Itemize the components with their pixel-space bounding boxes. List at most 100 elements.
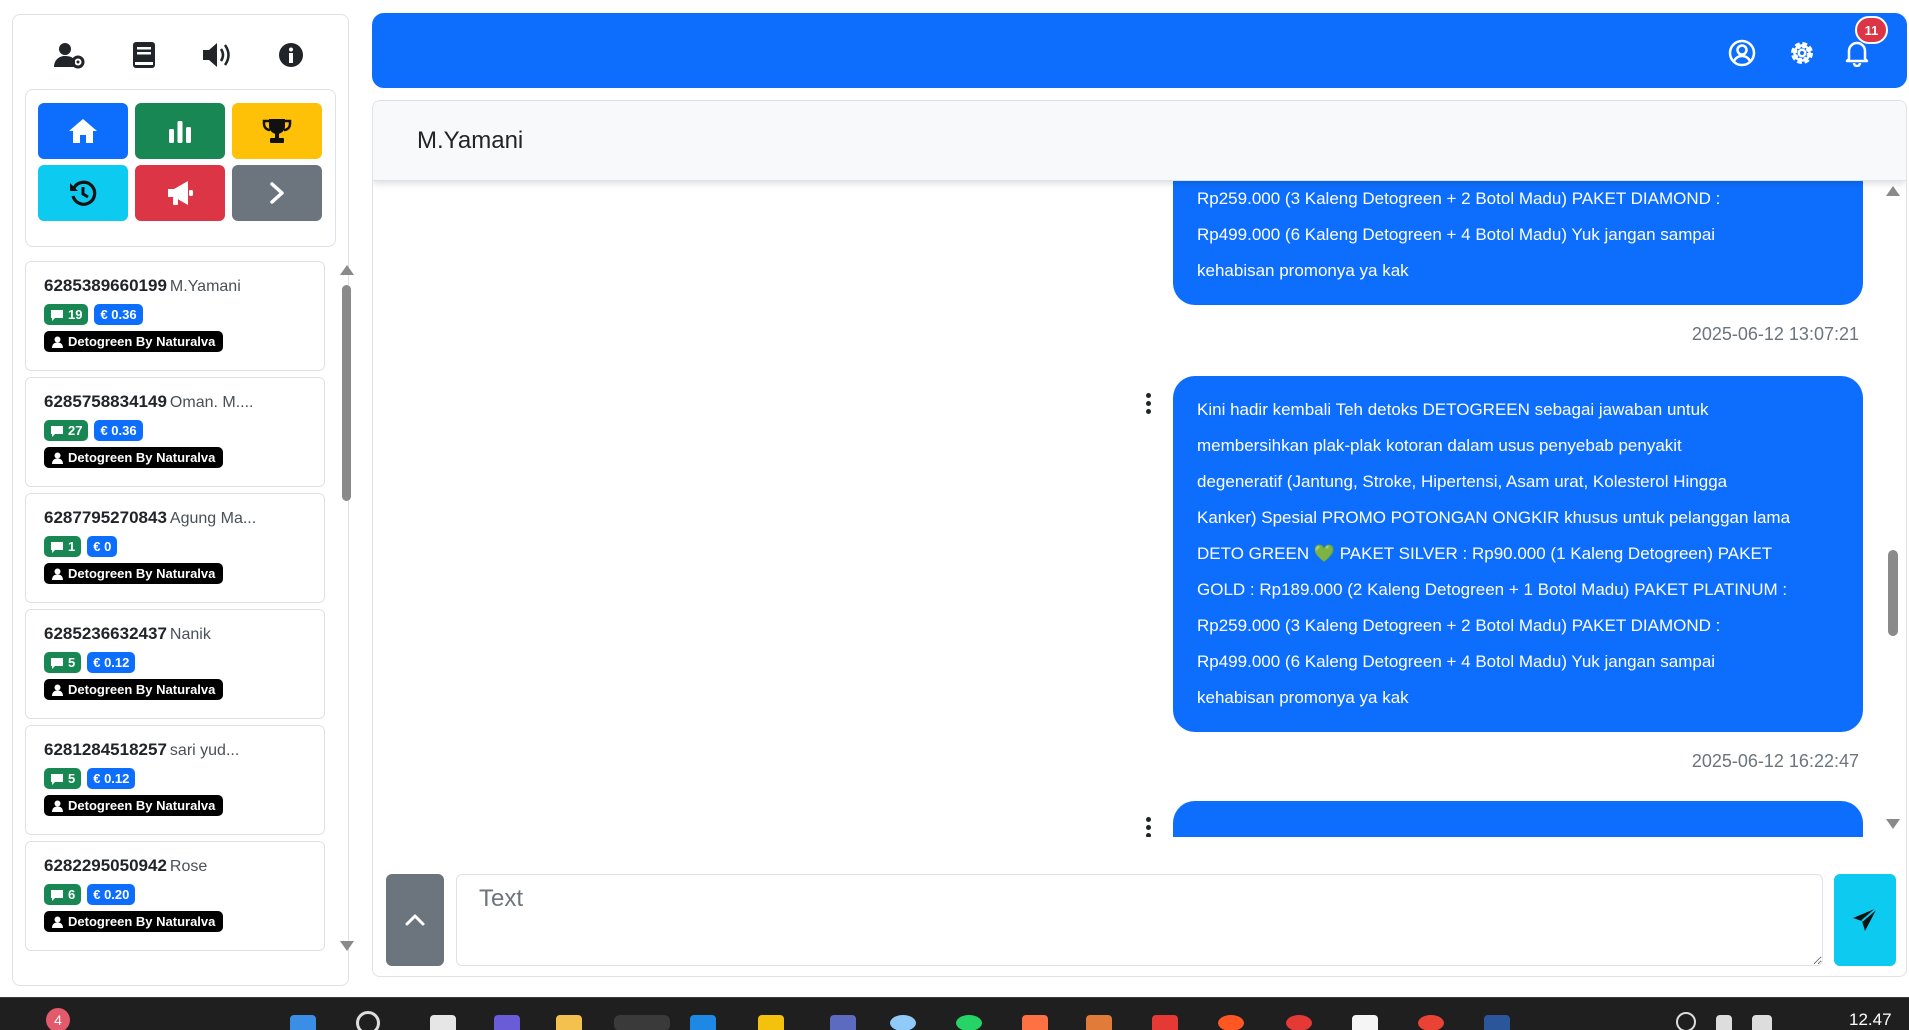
scroll-up-arrow[interactable]	[340, 265, 354, 275]
whatsapp-icon[interactable]	[956, 1015, 982, 1030]
book-icon[interactable]	[124, 35, 164, 75]
contact-list-scrollbar[interactable]	[339, 263, 354, 953]
app-icon[interactable]	[1352, 1015, 1378, 1030]
user-gear-icon[interactable]	[50, 35, 90, 75]
app-icon[interactable]	[1022, 1015, 1048, 1030]
message-count-badge: 5	[44, 652, 82, 673]
contact-item[interactable]: 6281284518257 sari yud... 5 € 0.12 Detogr…	[25, 725, 325, 835]
contact-list[interactable]: 6285389660199 M.Yamani 19 € 0.36 Detogree…	[25, 261, 325, 955]
contact-name: Agung Ma...	[169, 510, 257, 527]
message-line: degeneratif (Jantung, Stroke, Hipertensi…	[1197, 472, 1728, 491]
expand-options-button[interactable]	[386, 874, 444, 966]
cost-badge: € 0.12	[87, 652, 136, 673]
contact-name: M.Yamani	[169, 278, 241, 295]
info-icon[interactable]	[271, 35, 311, 75]
message-line: kehabisan promonya ya kak	[1197, 688, 1409, 707]
cost-badge: € 0.20	[87, 884, 136, 905]
history-button[interactable]	[38, 165, 128, 221]
device-label-badge: Detogreen By Naturalva	[44, 331, 224, 352]
send-button[interactable]	[1834, 874, 1896, 966]
gear-icon[interactable]	[1788, 39, 1816, 67]
chrome-icon[interactable]	[1418, 1015, 1444, 1030]
comment-icon	[51, 425, 63, 437]
contact-item[interactable]: 6287795270843 Agung Ma... 1 € 0 Detogreen…	[25, 493, 325, 603]
message-list-scrollbar[interactable]	[1884, 181, 1902, 837]
scroll-down-arrow[interactable]	[1886, 819, 1900, 829]
message-bubble[interactable]: Kini hadir kembali Teh detoks DETOGREEN …	[1173, 376, 1863, 732]
message-timestamp: 2025-06-12 13:07:21	[1691, 324, 1859, 344]
message-line: DETO GREEN 💚 PAKET SILVER : Rp90.000 (1 …	[1197, 544, 1773, 563]
message-count: 6	[68, 887, 76, 902]
volume-tray-icon[interactable]	[1716, 1015, 1732, 1030]
scroll-down-arrow[interactable]	[340, 941, 354, 951]
chevron-right-icon	[270, 182, 284, 204]
volume-icon[interactable]	[197, 35, 237, 75]
app-icon[interactable]	[830, 1015, 856, 1030]
taskbar-clock[interactable]: 12.47	[1849, 1010, 1892, 1030]
device-label-badge: Detogreen By Naturalva	[44, 679, 224, 700]
message-input[interactable]	[456, 874, 1823, 966]
contact-item[interactable]: 6285236632437 Nanik 5 € 0.12 Detogreen By…	[25, 609, 325, 719]
scroll-up-arrow[interactable]	[1886, 186, 1900, 196]
contact-name: Rose	[169, 858, 208, 875]
contact-item[interactable]: 6285758834149 Oman. M.... 27 € 0.36 Detog…	[25, 377, 325, 487]
message-line: Kini hadir kembali Teh detoks DETOGREEN …	[1197, 400, 1709, 419]
taskview-icon[interactable]	[430, 1015, 456, 1030]
device-label: Detogreen By Naturalva	[68, 682, 216, 697]
app-icon[interactable]	[1286, 1015, 1312, 1030]
word-icon[interactable]	[1484, 1015, 1510, 1030]
file-explorer-icon[interactable]	[556, 1015, 582, 1030]
nav-button-grid	[25, 89, 336, 247]
search-icon[interactable]	[356, 1011, 380, 1030]
stats-button[interactable]	[135, 103, 225, 159]
cost-badge: € 0.12	[87, 768, 136, 789]
message-list[interactable]: Rp259.000 (3 Kaleng Detogreen + 2 Botol …	[373, 181, 1906, 837]
broadcast-button[interactable]	[135, 165, 225, 221]
contact-phone: 6282295050942	[44, 856, 167, 875]
user-icon	[52, 684, 63, 696]
user-icon	[52, 336, 63, 348]
trophy-icon	[262, 119, 292, 143]
user-circle-icon[interactable]	[1728, 39, 1756, 67]
contact-item[interactable]: 6282295050942 Rose 6 € 0.20 Detogreen By …	[25, 841, 325, 951]
device-label: Detogreen By Naturalva	[68, 450, 216, 465]
chrome-profile-icon[interactable]	[614, 1015, 670, 1030]
comment-icon	[51, 541, 63, 553]
app-icon[interactable]	[1152, 1015, 1178, 1030]
scroll-thumb[interactable]	[1888, 550, 1898, 636]
battery-icon[interactable]	[1752, 1015, 1772, 1030]
notification-badge: 11	[1855, 16, 1888, 44]
app-icon[interactable]	[890, 1015, 916, 1030]
message-line: GOLD : Rp189.000 (2 Kaleng Detogreen + 1…	[1197, 580, 1788, 599]
chat-panel: M.Yamani Rp259.000 (3 Kaleng Detogreen +…	[372, 100, 1907, 977]
top-navbar	[372, 13, 1907, 88]
user-icon	[52, 800, 63, 812]
user-icon	[52, 916, 63, 928]
message-count: 5	[68, 771, 76, 786]
message-line: Rp259.000 (3 Kaleng Detogreen + 2 Botol …	[1197, 616, 1721, 635]
message-count-badge: 6	[44, 884, 82, 905]
start-icon[interactable]	[290, 1015, 316, 1030]
app-icon[interactable]	[1086, 1015, 1112, 1030]
copilot-icon[interactable]	[494, 1015, 520, 1030]
network-icon[interactable]	[1676, 1012, 1696, 1030]
home-button[interactable]	[38, 103, 128, 159]
chart-bar-icon	[169, 121, 191, 143]
next-button[interactable]	[232, 165, 322, 221]
vscode-icon[interactable]	[690, 1015, 716, 1030]
taskbar-notification-badge: 4	[46, 1008, 70, 1030]
message-bubble[interactable]: Rp259.000 (3 Kaleng Detogreen + 2 Botol …	[1173, 181, 1863, 305]
app-icon[interactable]	[1218, 1015, 1244, 1030]
scroll-thumb[interactable]	[342, 285, 351, 501]
device-label: Detogreen By Naturalva	[68, 566, 216, 581]
app-icon[interactable]	[758, 1015, 784, 1030]
user-icon	[52, 568, 63, 580]
message-menu-icon[interactable]	[1143, 393, 1153, 415]
device-label-badge: Detogreen By Naturalva	[44, 911, 224, 932]
message-bubble[interactable]	[1173, 801, 1863, 837]
contact-item[interactable]: 6285389660199 M.Yamani 19 € 0.36 Detogree…	[25, 261, 325, 371]
trophy-button[interactable]	[232, 103, 322, 159]
device-label: Detogreen By Naturalva	[68, 914, 216, 929]
cost-badge: € 0.36	[94, 304, 143, 325]
message-menu-icon[interactable]	[1143, 817, 1153, 837]
